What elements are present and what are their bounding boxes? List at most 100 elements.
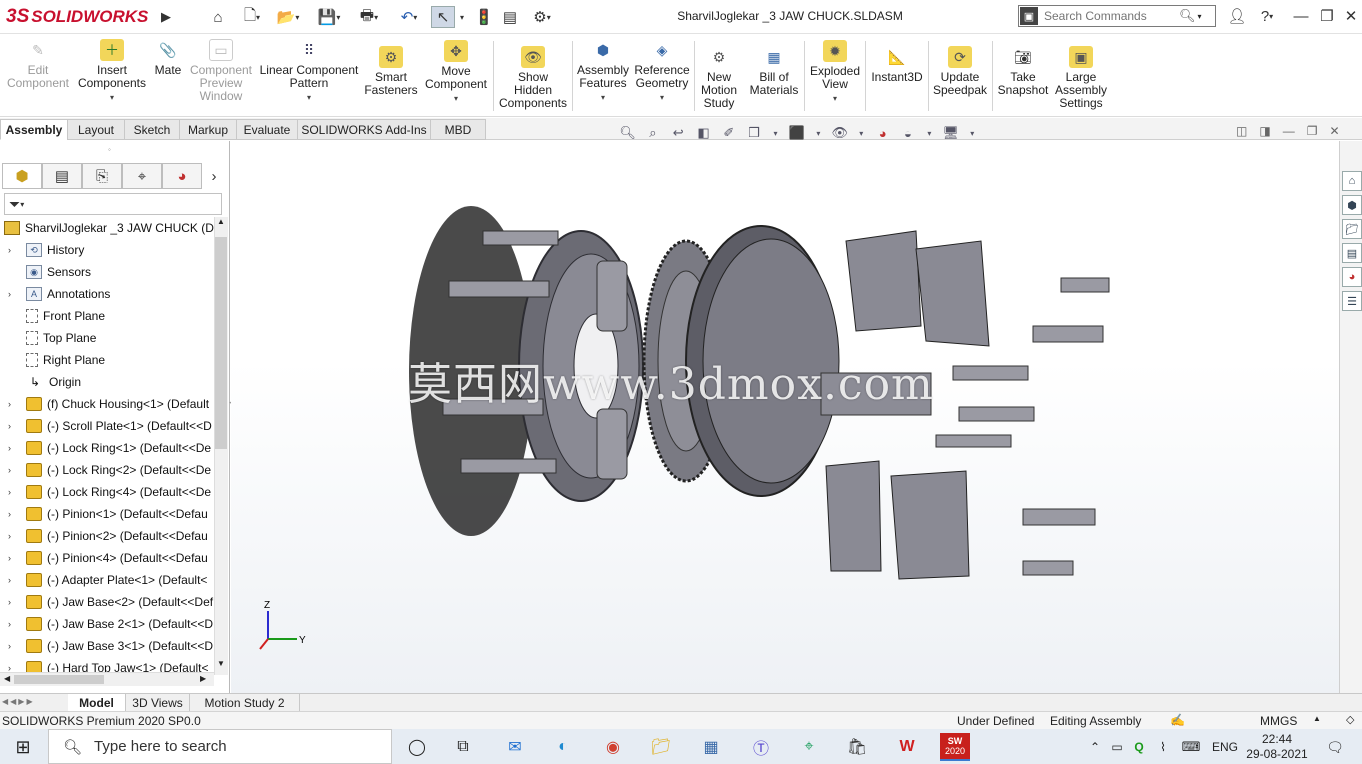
restore-button[interactable]: ❐ [1314,4,1340,28]
tree-item[interactable]: ↳ Origin [0,371,214,393]
viewport-minimize-icon[interactable]: — [1283,124,1295,142]
zoom-to-area-icon[interactable]: ⌕ [643,123,662,143]
scroll-left-icon[interactable]: ◀ [4,674,10,683]
mail-icon[interactable]: ✉ [500,733,530,761]
dropdown-arrow-icon[interactable]: ▾ [601,91,605,104]
tree-horizontal-scrollbar[interactable]: ◀ ▶ [0,672,214,686]
reference-geometry-button[interactable]: ◈ Reference Geometry ▾ [632,39,692,104]
calculator-icon[interactable]: ▦ [696,733,726,761]
solidworks-resources-icon[interactable]: ⌂ [1342,171,1362,191]
previous-view-icon[interactable]: ↩ [669,123,688,143]
expand-chevron-icon[interactable]: › [8,487,11,497]
tab-evaluate[interactable]: Evaluate [236,119,298,140]
smart-fasteners-button[interactable]: ⚙ Smart Fasteners [364,46,418,97]
microsoft-store-icon[interactable]: 🛍︎ [842,733,872,761]
hide-show-items-icon[interactable]: 👁︎ [830,123,849,143]
expand-chevron-icon[interactable]: › [8,289,11,299]
scroll-right-icon[interactable]: ▶ [200,674,206,683]
dropdown-arrow-icon[interactable]: ▾ [833,92,837,105]
select-dropdown-icon[interactable]: ▾ [456,6,468,28]
search-icon[interactable]: 🔍︎ [1179,8,1196,24]
open-icon[interactable]: 📂 ▾ [272,6,304,28]
quick-tips-icon[interactable]: ◇ [1346,713,1354,726]
search-scope-icon[interactable]: ▣ [1020,7,1038,25]
section-view-icon[interactable]: ◧ [694,123,713,143]
display-style-dropdown-icon[interactable]: ▾ [813,123,825,143]
horizontal-scroll-thumb[interactable] [14,675,104,684]
design-library-icon[interactable]: ⬢ [1342,195,1362,215]
tree-item[interactable]: Front Plane [0,305,214,327]
cortana-icon[interactable]: ◯ [402,733,432,761]
search-commands-box[interactable]: ▣ 🔍︎▾ [1018,5,1216,27]
file-explorer-icon[interactable]: 📁︎ [1342,219,1362,239]
view-settings-icon[interactable]: 🖥︎ [941,123,960,143]
viewport-collapse-left-icon[interactable]: ◫ [1236,124,1247,142]
tree-item[interactable]: Top Plane [0,327,214,349]
file-properties-icon[interactable]: ▤ [500,6,520,28]
zoom-to-fit-icon[interactable]: 🔍︎ [618,123,637,143]
user-account-icon[interactable]: 👤︎ [1224,4,1250,28]
panel-tabs-more-icon[interactable]: › [202,163,226,189]
taskbar-search[interactable]: 🔍︎ Type here to search [48,729,392,764]
tab-motion-study-2[interactable]: Motion Study 2 [190,694,300,711]
close-button[interactable]: ✕ [1338,4,1362,28]
tree-item[interactable]: › (-) Pinion<4> (Default<<Defau [0,547,214,569]
tab-layout[interactable]: Layout [67,119,125,140]
viewport-close-icon[interactable]: ✕ [1329,124,1339,142]
minimize-button[interactable]: — [1288,4,1314,28]
view-settings-dropdown-icon[interactable]: ▾ [966,123,978,143]
view-orientation-dropdown-icon[interactable]: ▾ [770,123,782,143]
feature-manager-tab-icon[interactable]: ⬢ [2,163,42,189]
search-dropdown-icon[interactable]: ▾ [1198,12,1202,21]
tree-root-assembly[interactable]: SharvilJoglekar _3 JAW CHUCK (De [0,217,214,239]
help-icon[interactable]: ? ▾ [1252,4,1282,28]
take-snapshot-button[interactable]: 📷︎ Take Snapshot [995,46,1051,97]
notifications-icon[interactable]: 🗨︎ [1320,733,1350,761]
scroll-down-icon[interactable]: ▼ [217,659,225,668]
dynamic-annotation-icon[interactable]: ✐ [719,123,738,143]
tab-sketch[interactable]: Sketch [124,119,180,140]
dropdown-arrow-icon[interactable]: ▾ [110,91,114,104]
view-palette-icon[interactable]: ▤ [1342,243,1362,263]
tree-item[interactable]: › (f) Chuck Housing<1> (Default [0,393,214,415]
clock-time[interactable]: 22:44 [1248,732,1306,746]
expand-chevron-icon[interactable]: › [8,465,11,475]
tree-item[interactable]: › (-) Jaw Base<2> (Default<<Def [0,591,214,613]
tree-item[interactable]: › (-) Lock Ring<1> (Default<<De [0,437,214,459]
options-gear-icon[interactable]: ⚙ ▾ [526,6,558,28]
bill-of-materials-button[interactable]: ▦ Bill of Materials [746,46,802,97]
property-manager-tab-icon[interactable]: ▤ [42,163,82,189]
dropdown-arrow-icon[interactable]: ▾ [454,92,458,105]
new-motion-study-button[interactable]: ⚙ New Motion Study [697,46,741,110]
undo-icon[interactable]: ↶ ▾ [392,6,426,28]
select-pointer-icon[interactable]: ↖ [431,6,455,28]
rebuild-status-icon[interactable]: ✍ [1170,713,1185,727]
expand-chevron-icon[interactable]: › [8,443,11,453]
tree-item[interactable]: › (-) Lock Ring<4> (Default<<De [0,481,214,503]
keyboard-icon[interactable]: ⌨ [1176,733,1206,761]
wifi-icon[interactable]: ⌇ [1148,733,1178,761]
new-document-icon[interactable]: 🗋 ▾ [236,6,268,28]
tab-model[interactable]: Model [68,694,126,711]
component-preview-window-button[interactable]: ▭ Component Preview Window [186,39,256,103]
expand-chevron-icon[interactable]: › [8,245,11,255]
exploded-view-button[interactable]: ✹ Exploded View ▾ [807,40,863,105]
units-dropdown-icon[interactable]: ▲ [1313,714,1321,723]
display-style-icon[interactable]: ⬛ [787,123,806,143]
home-icon[interactable]: ⌂ [205,6,231,28]
view-orientation-icon[interactable]: ❒ [744,123,763,143]
display-manager-tab-icon[interactable]: ◕ [162,163,202,189]
search-input[interactable] [1039,9,1179,23]
tab-markup[interactable]: Markup [179,119,237,140]
expand-chevron-icon[interactable]: › [8,421,11,431]
rebuild-icon[interactable]: 🚦 [474,6,494,28]
viewport-expand-icon[interactable]: ◨ [1259,124,1270,142]
wps-office-icon[interactable]: W [892,733,922,761]
expand-chevron-icon[interactable]: › [8,399,11,409]
tree-item[interactable]: › (-) Pinion<1> (Default<<Defau [0,503,214,525]
edit-component-button[interactable]: ✎ Edit Component [5,39,71,90]
hide-show-dropdown-icon[interactable]: ▾ [855,123,867,143]
expand-chevron-icon[interactable]: › [8,641,11,651]
filter-funnel-icon[interactable]: ⏷ [9,196,20,213]
tree-item[interactable]: Right Plane [0,349,214,371]
